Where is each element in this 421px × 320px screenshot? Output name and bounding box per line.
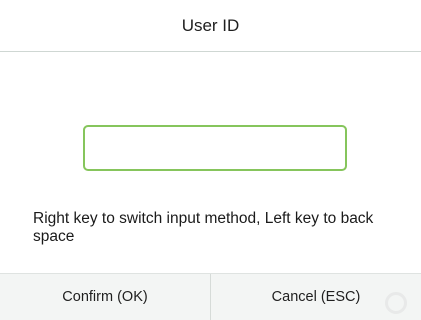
confirm-button[interactable]: Confirm (OK) [0, 274, 210, 320]
dialog-title: User ID [181, 15, 240, 35]
dialog-footer: Confirm (OK) Cancel (ESC) [0, 274, 421, 320]
user-id-dialog: User ID Right key to switch input method… [0, 0, 421, 320]
user-id-input[interactable] [83, 125, 347, 171]
watermark-icon [385, 292, 407, 314]
title-divider [0, 51, 421, 52]
input-hint-text: Right key to switch input method, Left k… [33, 210, 374, 245]
